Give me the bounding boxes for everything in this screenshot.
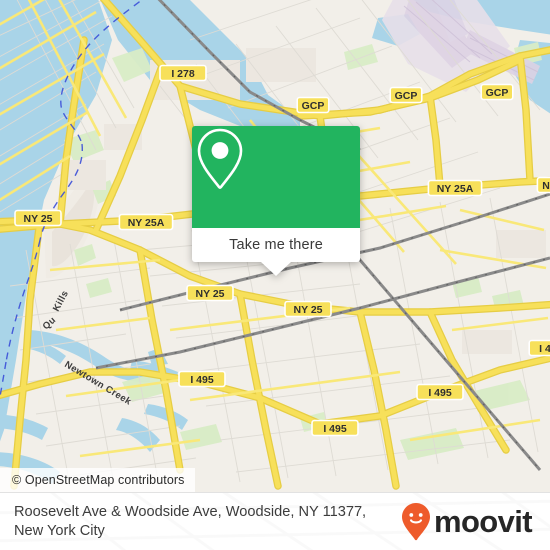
- svg-text:NY 25: NY 25: [24, 213, 53, 225]
- highway-shield: NY 25: [186, 284, 234, 302]
- highway-shield: N: [536, 176, 550, 194]
- svg-text:I 495: I 495: [428, 387, 452, 399]
- highway-shield: GCP: [480, 83, 514, 101]
- svg-text:GCP: GCP: [302, 100, 325, 112]
- svg-text:I 4: I 4: [539, 343, 550, 355]
- svg-text:I 495: I 495: [190, 374, 214, 386]
- highway-shield: I 495: [178, 370, 226, 388]
- highway-shield: NY 25: [14, 209, 62, 227]
- svg-text:GCP: GCP: [395, 90, 418, 102]
- highway-shield: GCP: [389, 86, 423, 104]
- highway-shield: I 495: [311, 419, 359, 437]
- highway-shield: I 4: [528, 339, 550, 357]
- popup-tail-pointer: [261, 262, 291, 276]
- svg-text:NY 25A: NY 25A: [437, 183, 474, 195]
- highway-shield: GCP: [296, 96, 330, 114]
- svg-text:N: N: [542, 180, 550, 192]
- svg-text:NY 25: NY 25: [294, 304, 323, 316]
- highway-shield: I 278: [159, 64, 207, 82]
- map-canvas[interactable]: Kills Qu Newtown Creek I 278 GCP GCP GCP NY …: [0, 0, 550, 492]
- moovit-logo[interactable]: moovit: [401, 502, 536, 542]
- address-line-1: Roosevelt Ave & Woodside Ave, Woodside, …: [14, 503, 319, 520]
- moovit-map-screen: Kills Qu Newtown Creek I 278 GCP GCP GCP NY …: [0, 0, 550, 550]
- svg-text:NY 25A: NY 25A: [128, 217, 165, 229]
- map-pin-icon: [197, 128, 243, 189]
- highway-shield: NY 25: [284, 300, 332, 318]
- take-me-there-label: Take me there: [229, 237, 323, 253]
- address-text: Roosevelt Ave & Woodside Ave, Woodside, …: [14, 503, 401, 541]
- highway-shield: NY 25A: [427, 179, 483, 197]
- osm-attribution[interactable]: © OpenStreetMap contributors: [0, 468, 195, 492]
- popup-footer[interactable]: Take me there: [192, 228, 360, 276]
- moovit-pin-icon: [401, 502, 430, 540]
- destination-popup[interactable]: Take me there: [192, 126, 360, 276]
- address-footer: Roosevelt Ave & Woodside Ave, Woodside, …: [0, 492, 550, 550]
- attribution-text: © OpenStreetMap contributors: [12, 473, 185, 487]
- svg-text:I 495: I 495: [323, 423, 347, 435]
- moovit-wordmark: moovit: [433, 504, 533, 539]
- highway-shield: I 495: [416, 383, 464, 401]
- svg-text:NY 25: NY 25: [196, 288, 225, 300]
- svg-text:GCP: GCP: [486, 87, 509, 99]
- svg-text:I 278: I 278: [171, 68, 195, 80]
- highway-shield: NY 25A: [118, 213, 174, 231]
- popup-header: [192, 126, 360, 228]
